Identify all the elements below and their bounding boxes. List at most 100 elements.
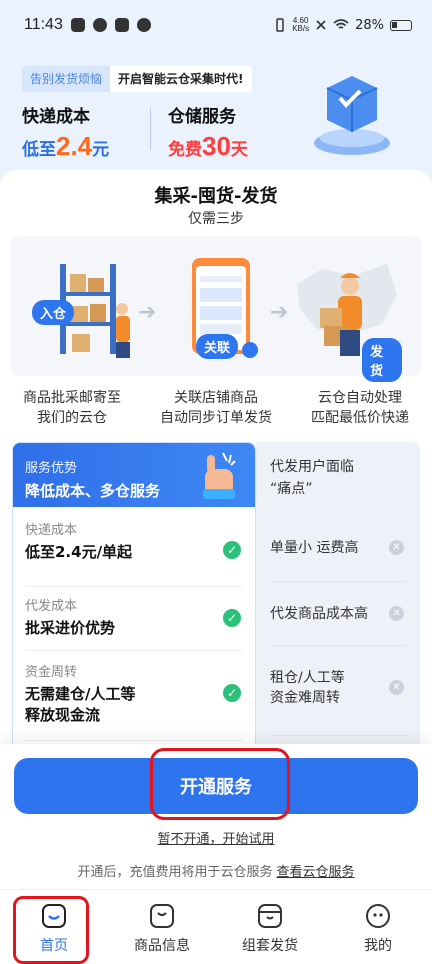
- steps-captions: 商品批采邮寄至 我们的云仓 关联店铺商品 自动同步订单发货 云仓自动处理 匹配最…: [0, 388, 432, 428]
- main-card: 集采-囤货-发货 仅需三步 入仓 ➔ 关联 ➔ 发货 商品批采邮寄至 我们的云仓…: [0, 170, 432, 772]
- caption-line: 我们的云仓: [37, 410, 107, 426]
- view-cloud-service-link[interactable]: 查看云仓服务: [277, 865, 355, 880]
- advantage-row-dropship: 代发成本 批采进价优势 ✓: [25, 587, 243, 651]
- trial-link[interactable]: 暂不开通，开始试用: [0, 828, 432, 847]
- tab-bundle-ship[interactable]: 组套发货: [216, 890, 324, 964]
- status-bar: 11:43 4.60 KB/s 28%: [0, 0, 432, 50]
- step-badge-link: 关联: [196, 334, 239, 359]
- step-badge-ship: 发货: [362, 338, 402, 382]
- advantage-label: 资金周转: [25, 665, 78, 680]
- app-notification-icon: [114, 18, 129, 32]
- advantage-value: 低至2.4元/单起: [25, 543, 133, 561]
- status-time: 11:43: [24, 16, 63, 33]
- tab-home[interactable]: 首页: [0, 890, 108, 964]
- profile-icon: [366, 904, 390, 928]
- pain-points-panel: 代发用户面临 “痛点” 单量小 运费高 ✕ 代发商品成本高 ✕ 租仓/人工等 资…: [256, 442, 420, 772]
- advantage-value: 无需建仓/人工等 释放现金流: [25, 684, 243, 726]
- tab-label: 商品信息: [134, 938, 190, 954]
- advantages-header: 服务优势 降低成本、多仓服务: [13, 443, 255, 507]
- tab-product-info[interactable]: 商品信息: [108, 890, 216, 964]
- advantages-panel: 服务优势 降低成本、多仓服务 快递成本 低至2.4元/单起 ✓ 代发成本 批采进…: [12, 442, 256, 772]
- pain-text: 代发商品成本高: [270, 606, 368, 622]
- step-ship: 发货: [292, 254, 402, 382]
- pain-head-line: 代发用户面临: [270, 459, 354, 475]
- pain-text: 资金难周转: [270, 690, 340, 706]
- wechat-icon: [136, 18, 151, 32]
- hero-tag: 告别发货烦恼 开启智能云仓采集时代!: [22, 66, 252, 92]
- steps-title: 集采-囤货-发货: [154, 186, 278, 207]
- close-x-icon: ✕: [389, 540, 404, 555]
- steps-illustration-box: 入仓 ➔ 关联 ➔ 发货: [10, 236, 422, 382]
- hero-banner: 告别发货烦恼 开启智能云仓采集时代! 快递成本 低至2.4元 仓储服务 免费30…: [0, 50, 432, 180]
- hero-express-cost: 快递成本 低至2.4元: [22, 102, 109, 162]
- activate-service-button[interactable]: 开通服务: [14, 758, 418, 814]
- caption-line: 匹配最低价快递: [311, 410, 409, 426]
- hero-express-number: 2.4: [56, 131, 93, 161]
- advantage-label: 快递成本: [25, 523, 78, 538]
- advantage-row-capital: 资金周转 无需建仓/人工等 释放现金流 ✓: [25, 651, 243, 741]
- net-speed: 4.60 KB/s: [292, 17, 309, 33]
- hero-express-suffix: 元: [92, 140, 110, 160]
- check-circle-icon: [92, 18, 107, 32]
- pain-text: 单量小 运费高: [270, 540, 359, 556]
- caption-line: 云仓自动处理: [318, 390, 402, 406]
- net-speed-unit: KB/s: [292, 24, 310, 33]
- hero-storage-suffix: 天: [230, 140, 248, 160]
- close-x-icon: ✕: [389, 680, 404, 695]
- tab-label: 首页: [40, 938, 68, 954]
- service-note: 开通后，充值费用将用于云仓服务 查看云仓服务: [0, 861, 432, 880]
- step-badge-in: 入仓: [32, 300, 75, 325]
- check-icon: ✓: [223, 609, 241, 627]
- check-icon: ✓: [223, 684, 241, 702]
- warehouse-illustration-icon: [314, 76, 390, 155]
- advantage-value: 批采进价优势: [25, 619, 116, 637]
- hero-tag-right: 开启智能云仓采集时代!: [110, 66, 252, 92]
- pain-head-line: “痛点”: [270, 481, 313, 497]
- hero-express-prefix: 低至: [22, 140, 56, 160]
- advantage-value-line: 无需建仓/人工等: [25, 685, 136, 703]
- vibrate-icon: [276, 18, 284, 32]
- hero-express-title: 快递成本: [22, 107, 90, 127]
- tab-label: 我的: [364, 938, 392, 954]
- hero-express-price: 低至2.4元: [22, 131, 109, 162]
- battery-icon: [390, 19, 412, 31]
- hero-storage-price: 免费30天: [168, 131, 248, 162]
- pain-points-header: 代发用户面临 “痛点”: [256, 442, 420, 506]
- wifi-icon: [333, 19, 349, 29]
- bundle-ship-icon: [258, 904, 282, 928]
- hero-storage-prefix: 免费: [168, 140, 202, 160]
- check-icon: ✓: [223, 541, 241, 559]
- pain-row-cost: 代发商品成本高 ✕: [270, 582, 406, 646]
- close-x-icon: ✕: [389, 606, 404, 621]
- advantage-value-line: 释放现金流: [25, 706, 101, 724]
- steps-subtitle: 仅需三步: [188, 211, 244, 227]
- pain-row-shipping: 单量小 运费高 ✕: [270, 518, 406, 582]
- hero-storage: 仓储服务 免费30天: [168, 102, 248, 162]
- hero-divider: [150, 108, 151, 150]
- hero-tag-left: 告别发货烦恼: [22, 66, 111, 92]
- status-left: 11:43: [24, 16, 151, 34]
- step-link-store: 关联: [162, 254, 272, 364]
- pain-row-capital: 租仓/人工等 资金难周转 ✕: [270, 646, 406, 736]
- status-right: 4.60 KB/s 28%: [274, 17, 412, 33]
- caption-line: 自动同步订单发货: [160, 410, 272, 426]
- caption-line: 商品批采邮寄至: [23, 390, 121, 406]
- tab-label: 组套发货: [242, 938, 298, 954]
- no-sim-icon: [316, 20, 326, 30]
- pain-text: 租仓/人工等: [270, 670, 345, 686]
- hero-storage-number: 30: [202, 131, 231, 161]
- step-caption-2: 关联店铺商品 自动同步订单发货: [144, 388, 288, 428]
- note-text: 开通后，充值费用将用于云仓服务: [77, 865, 273, 880]
- step-warehouse-in: 入仓: [30, 254, 140, 364]
- caption-line: 关联店铺商品: [174, 390, 258, 406]
- product-icon: [150, 904, 174, 928]
- home-icon: [42, 904, 66, 928]
- bottom-tab-bar: 首页 商品信息 组套发货 我的: [0, 889, 432, 964]
- thumbs-up-icon: [203, 452, 236, 499]
- battery-percent: 28%: [355, 17, 384, 33]
- notification-icon: [70, 18, 85, 32]
- comparison-section: 服务优势 降低成本、多仓服务 快递成本 低至2.4元/单起 ✓ 代发成本 批采进…: [12, 442, 420, 772]
- step-caption-3: 云仓自动处理 匹配最低价快递: [288, 388, 432, 428]
- tab-profile[interactable]: 我的: [324, 890, 432, 964]
- advantage-row-express: 快递成本 低至2.4元/单起 ✓: [25, 519, 243, 587]
